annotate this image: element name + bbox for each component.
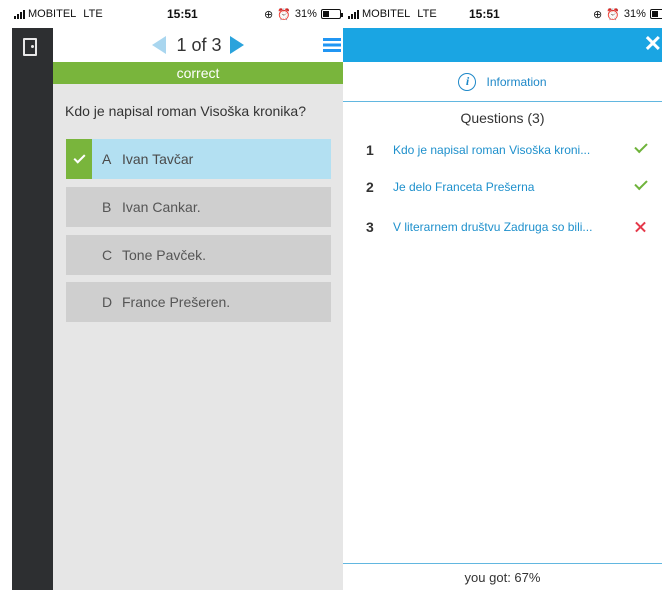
wrong-cross-icon [632, 219, 648, 235]
alarm-icon: ⏰ [606, 8, 620, 21]
question-number: 1 [366, 142, 374, 158]
answer-option-c[interactable]: C Tone Pavček. [66, 235, 331, 275]
score-footer: you got: 67% [343, 563, 662, 590]
quiz-header: 1 of 3 [53, 28, 343, 62]
option-text: Ivan Tavčar [122, 151, 194, 167]
next-question-button[interactable] [229, 36, 244, 54]
questions-overview-screen: MOBITEL LTE 15:51 ⊕ ⏰ 31% ✕ i Informatio… [343, 0, 662, 590]
carrier-name: MOBITEL [362, 8, 411, 20]
clock: 15:51 [469, 7, 500, 21]
status-bar: MOBITEL LTE 15:51 ⊕ ⏰ 31% [12, 0, 343, 28]
battery-percent: 31% [294, 8, 317, 20]
question-list-item[interactable]: 3 V literarnem društvu Zadruga so bili..… [343, 217, 662, 237]
status-bar: MOBITEL LTE 15:51 ⊕ ⏰ 31% [343, 0, 662, 28]
previous-question-button[interactable] [152, 36, 167, 54]
question-number: 2 [366, 179, 374, 195]
answer-option-d[interactable]: D France Prešeren. [66, 282, 331, 322]
top-bar: ✕ [343, 28, 662, 62]
clock: 15:51 [167, 7, 198, 21]
correct-check-icon [632, 179, 648, 195]
correct-check-icon [632, 142, 648, 158]
battery-icon [649, 9, 662, 19]
side-rail [12, 28, 53, 590]
signal-icon [348, 9, 359, 19]
exit-icon[interactable] [23, 38, 37, 56]
question-link: V literarnem društvu Zadruga so bili... [393, 220, 593, 234]
question-list-item[interactable]: 1 Kdo je napisal roman Visoška kroni... [343, 140, 662, 160]
question-counter: 1 of 3 [176, 34, 222, 55]
option-text: Ivan Cankar. [122, 199, 201, 215]
answer-option-b[interactable]: B Ivan Cankar. [66, 187, 331, 227]
network-type: LTE [417, 8, 437, 20]
carrier: MOBITEL LTE [14, 8, 103, 20]
option-letter: D [102, 294, 113, 310]
option-text: Tone Pavček. [122, 247, 207, 263]
result-banner: correct [53, 62, 343, 84]
battery-icon [320, 9, 343, 19]
network-type: LTE [83, 8, 103, 20]
info-icon: i [458, 72, 477, 91]
question-link: Kdo je napisal roman Visoška kroni... [393, 143, 591, 157]
question-link: Je delo Franceta Prešerna [393, 180, 535, 194]
carrier: MOBITEL LTE [348, 8, 437, 20]
lock-rotation-icon: ⊕ [593, 8, 603, 21]
option-letter: B [102, 199, 112, 215]
alarm-icon: ⏰ [277, 8, 291, 21]
option-text: France Prešeren. [122, 294, 231, 310]
question-number: 3 [366, 219, 374, 235]
information-label: Information [486, 74, 547, 89]
lock-rotation-icon: ⊕ [264, 8, 274, 21]
question-text: Kdo je napisal roman Visoška kronika? [65, 103, 306, 119]
information-button[interactable]: i Information [343, 62, 662, 102]
question-list-item[interactable]: 2 Je delo Franceta Prešerna [343, 177, 662, 197]
questions-title: Questions (3) [460, 110, 545, 126]
battery-percent: 31% [623, 8, 646, 20]
status-right: ⊕ ⏰ 31% [264, 8, 343, 21]
answer-option-a[interactable]: A Ivan Tavčar [66, 139, 331, 179]
menu-icon[interactable] [323, 38, 341, 52]
option-letter: A [102, 151, 112, 167]
check-icon [66, 139, 92, 179]
carrier-name: MOBITEL [28, 8, 77, 20]
close-icon[interactable]: ✕ [644, 33, 662, 55]
option-letter: C [102, 247, 113, 263]
question-area: Kdo je napisal roman Visoška kronika? A … [53, 84, 343, 590]
quiz-screen: MOBITEL LTE 15:51 ⊕ ⏰ 31% 1 of 3 correct… [12, 0, 343, 590]
status-right: ⊕ ⏰ 31% [593, 8, 662, 21]
signal-icon [14, 9, 25, 19]
